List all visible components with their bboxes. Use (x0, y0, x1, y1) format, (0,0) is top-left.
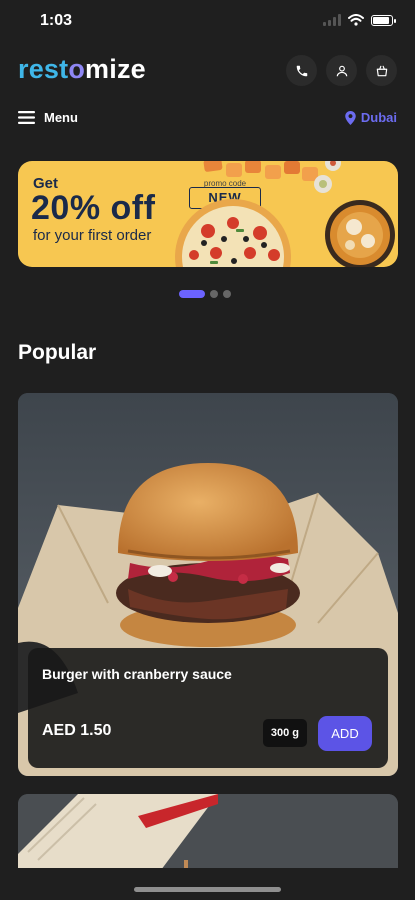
signal-icon (323, 14, 341, 26)
product-image (18, 794, 398, 874)
profile-button[interactable] (326, 55, 357, 86)
cart-icon (376, 65, 387, 76)
product-card[interactable] (18, 794, 398, 874)
logo-part-2: o (68, 54, 86, 84)
status-bar: 1:03 (0, 0, 415, 44)
bottom-bar (0, 868, 415, 900)
user-icon (336, 65, 347, 76)
carousel-dot-active[interactable] (179, 290, 205, 298)
wifi-icon (348, 14, 364, 26)
banner-subtitle: for your first order (33, 227, 152, 244)
status-icons (323, 14, 396, 26)
promo-code-box: promo code NEW (189, 179, 261, 209)
location-pin-icon (345, 110, 356, 125)
battery-icon (371, 14, 396, 26)
carousel-dot[interactable] (223, 290, 231, 298)
promo-code: NEW (208, 190, 242, 205)
home-indicator[interactable] (134, 887, 281, 892)
section-title-popular: Popular (18, 341, 97, 364)
cart-button[interactable] (366, 55, 397, 86)
logo-part-3: mize (85, 54, 146, 84)
add-to-cart-button[interactable]: ADD (318, 716, 372, 751)
promo-banner[interactable]: Get 20% off for your first order promo c… (18, 161, 398, 267)
menu-label: Menu (44, 110, 78, 125)
product-card[interactable]: Burger with cranberry sauce AED 1.50 300… (18, 393, 398, 776)
hamburger-icon (18, 111, 35, 124)
banner-offer: 20% off (31, 189, 156, 227)
call-button[interactable] (286, 55, 317, 86)
header-actions (286, 55, 397, 86)
status-time: 1:03 (40, 12, 73, 29)
menu-button[interactable]: Menu (18, 110, 78, 125)
weight-badge: 300 g (262, 719, 307, 747)
product-info-panel: Burger with cranberry sauce AED 1.50 300… (28, 648, 388, 768)
location-label: Dubai (360, 110, 397, 125)
logo-part-1: rest (18, 54, 69, 84)
product-name: Burger with cranberry sauce (42, 666, 232, 682)
promo-code-label: promo code (203, 179, 247, 188)
phone-icon (296, 65, 307, 76)
product-price: AED 1.50 (42, 722, 112, 739)
carousel-dot[interactable] (210, 290, 218, 298)
location-selector[interactable]: Dubai (345, 110, 397, 125)
carousel-indicator (179, 290, 231, 298)
app-logo: restomize (18, 54, 146, 85)
